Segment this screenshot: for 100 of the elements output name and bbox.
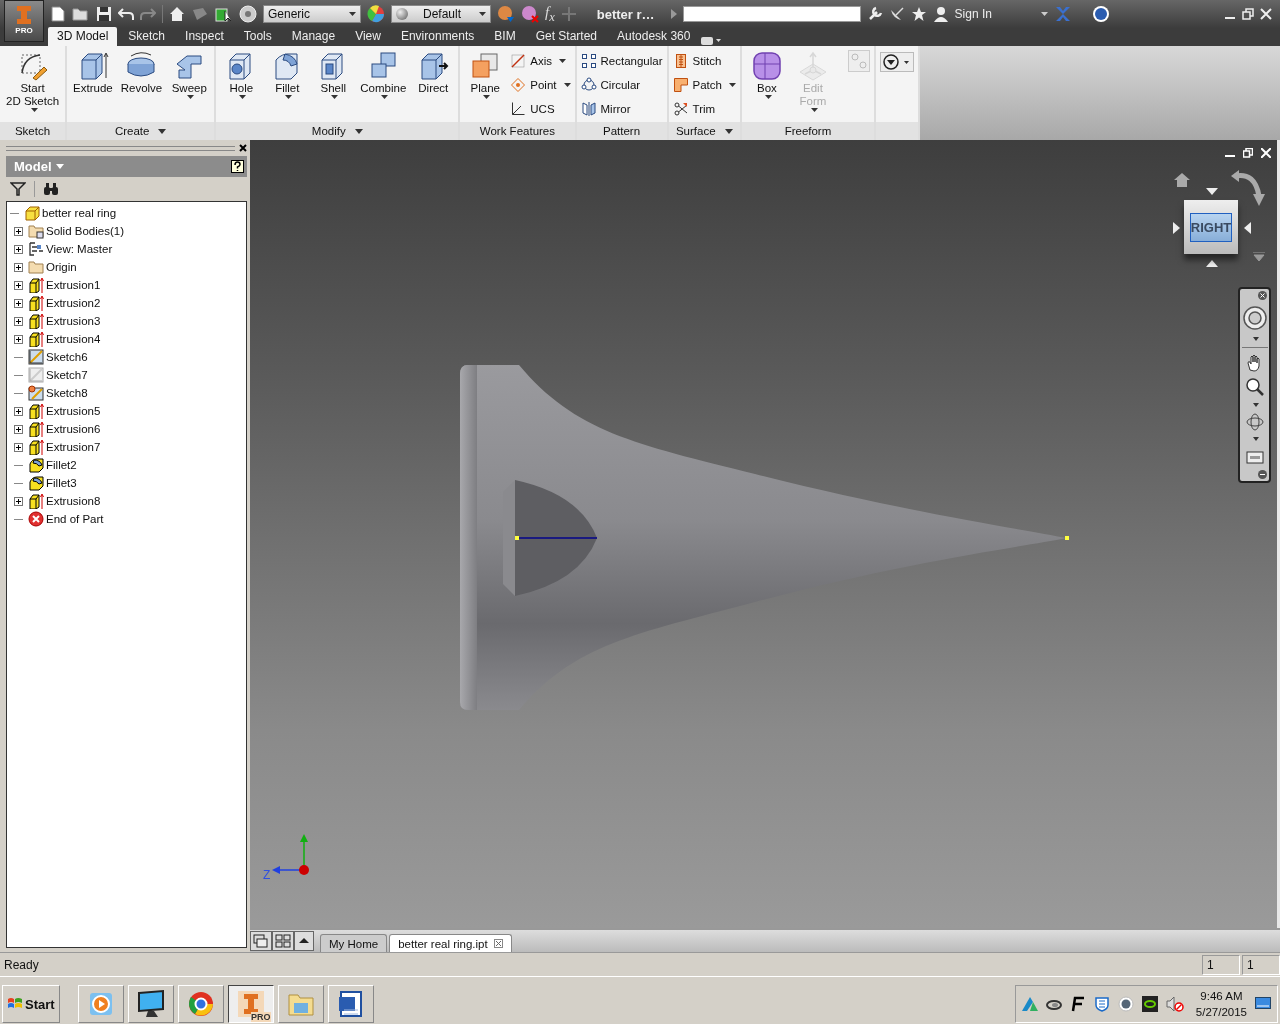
ribbon-tool[interactable]: Revolve <box>118 50 165 95</box>
star-icon[interactable] <box>910 6 927 22</box>
filter-icon[interactable] <box>10 181 26 197</box>
ribbon-tool[interactable]: Direct <box>412 50 455 95</box>
ribbon-tab[interactable]: BIM <box>485 27 525 46</box>
panel-toggle-icon[interactable] <box>701 36 722 46</box>
tree-item[interactable]: Extrusion2 <box>46 297 101 309</box>
tree-item[interactable]: better real ring <box>42 207 117 219</box>
show-desktop-icon[interactable] <box>1255 997 1271 1011</box>
customize-dropdown-icon[interactable] <box>879 52 914 72</box>
tree-item[interactable]: View: Master <box>46 243 113 255</box>
tree-item[interactable]: Fillet2 <box>46 459 77 471</box>
caret-icon[interactable] <box>1253 437 1259 442</box>
ribbon-tool[interactable]: Plane <box>464 50 507 99</box>
document-tab[interactable]: better real ring.ipt <box>389 934 512 952</box>
ribbon-tab[interactable]: Inspect <box>176 27 233 46</box>
muted-speaker-icon[interactable] <box>1165 996 1184 1012</box>
tree-item[interactable]: Sketch7 <box>46 369 88 381</box>
ribbon-tool[interactable]: Sweep <box>168 50 211 99</box>
ribbon-tool[interactable]: Hole <box>220 50 263 99</box>
ribbon-tab[interactable]: Manage <box>282 27 345 46</box>
zoom-icon[interactable] <box>1245 378 1264 397</box>
ribbon-tool[interactable]: Patch <box>672 76 736 94</box>
tree-item[interactable]: Origin <box>46 261 77 273</box>
panel-title[interactable]: Surface <box>668 122 740 140</box>
gear-icon[interactable] <box>1117 996 1134 1012</box>
menu-icon[interactable] <box>1253 252 1265 261</box>
clock[interactable]: 9:46 AM 5/27/2015 <box>1195 988 1247 1020</box>
tree-item[interactable]: Fillet3 <box>46 477 77 489</box>
ribbon-tool[interactable]: Extrude <box>71 50 115 95</box>
expand-toggle[interactable] <box>14 442 23 452</box>
ribbon-tool[interactable]: Point <box>510 76 571 94</box>
arrow-left-icon[interactable] <box>1244 222 1251 234</box>
ribbon-tab[interactable]: Autodesk 360 <box>608 27 700 46</box>
ribbon-tool[interactable]: Circular <box>580 76 663 94</box>
ribbon-tool[interactable]: Start 2D Sketch <box>4 50 62 112</box>
expand-toggle[interactable] <box>14 424 23 434</box>
help-icon[interactable] <box>231 160 244 173</box>
new-file-icon[interactable] <box>50 6 66 22</box>
graphics-card-icon[interactable] <box>1141 996 1158 1012</box>
home-icon[interactable] <box>169 6 185 22</box>
expand-toggle[interactable] <box>14 316 23 326</box>
cascade-windows-icon[interactable] <box>250 931 272 951</box>
sign-in-link[interactable]: Sign In <box>954 7 992 21</box>
tree-item[interactable]: Extrusion5 <box>46 405 101 417</box>
restore-icon[interactable] <box>1242 8 1254 20</box>
update-icon[interactable] <box>215 6 233 22</box>
binoculars-icon[interactable] <box>43 182 59 196</box>
caret-icon[interactable] <box>1253 402 1259 407</box>
expand-toggle[interactable] <box>14 334 23 344</box>
ribbon-tool[interactable]: Box <box>745 50 788 99</box>
close-icon[interactable] <box>1258 291 1267 300</box>
orbit-icon[interactable] <box>1245 413 1264 432</box>
steering-wheel-icon[interactable] <box>1242 306 1267 331</box>
ribbon-tool[interactable]: Rectangular <box>580 52 663 70</box>
close-icon[interactable] <box>239 144 247 152</box>
expand-toggle[interactable] <box>14 496 23 506</box>
ribbon-tab[interactable]: Tools <box>234 27 281 46</box>
restore-icon[interactable] <box>1243 148 1253 158</box>
tree-item[interactable]: Extrusion8 <box>46 495 101 507</box>
start-button[interactable]: Start <box>2 985 60 1023</box>
panel-title[interactable]: Create <box>67 122 215 140</box>
ribbon-tab[interactable]: 3D Model <box>48 27 118 46</box>
taskbar-app[interactable]: PRO <box>227 985 274 1023</box>
tree-item[interactable]: Extrusion6 <box>46 423 101 435</box>
expand-toggle[interactable] <box>14 406 23 416</box>
application-menu-button[interactable]: PRO <box>4 0 44 42</box>
close-icon[interactable] <box>493 939 503 948</box>
expand-toggle[interactable] <box>14 244 23 254</box>
flag-icon[interactable] <box>1069 996 1086 1012</box>
user-icon[interactable] <box>932 6 949 22</box>
ribbon-tab[interactable]: View <box>346 27 390 46</box>
open-folder-icon[interactable] <box>72 6 90 22</box>
redo-icon[interactable] <box>140 6 156 22</box>
taskbar-app[interactable] <box>327 985 374 1023</box>
arrow-up-icon[interactable] <box>294 931 314 951</box>
collapse-icon[interactable] <box>1258 469 1267 479</box>
ribbon-tool[interactable]: UCS <box>510 100 571 118</box>
caret-icon[interactable] <box>354 128 363 134</box>
expand-toggle[interactable] <box>14 298 23 308</box>
ribbon-tab[interactable]: Get Started <box>526 27 607 46</box>
tree-item[interactable]: Extrusion3 <box>46 315 101 327</box>
caret-icon[interactable] <box>158 128 167 134</box>
material-dropdown[interactable]: Generic <box>263 5 361 23</box>
home-icon[interactable] <box>1174 173 1190 187</box>
document-tab[interactable]: My Home <box>320 934 388 952</box>
save-icon[interactable] <box>96 6 112 22</box>
arrow-down-icon[interactable] <box>1206 188 1218 195</box>
tree-item[interactable]: Extrusion1 <box>46 279 101 291</box>
ribbon-tool[interactable]: Mirror <box>580 100 663 118</box>
tree-item[interactable]: Extrusion4 <box>46 333 101 345</box>
tree-item[interactable]: End of Part <box>46 513 104 525</box>
tree-item[interactable]: Extrusion7 <box>46 441 101 453</box>
ribbon-tab[interactable]: Environments <box>391 27 484 46</box>
tree-item[interactable]: Solid Bodies(1) <box>46 225 124 237</box>
tree-item[interactable]: Sketch6 <box>46 351 88 363</box>
return-icon[interactable] <box>191 6 209 22</box>
arrow-up-icon[interactable] <box>1206 260 1218 267</box>
arrow-right-icon[interactable] <box>1173 222 1180 234</box>
clear-appearance-icon[interactable] <box>521 5 539 23</box>
